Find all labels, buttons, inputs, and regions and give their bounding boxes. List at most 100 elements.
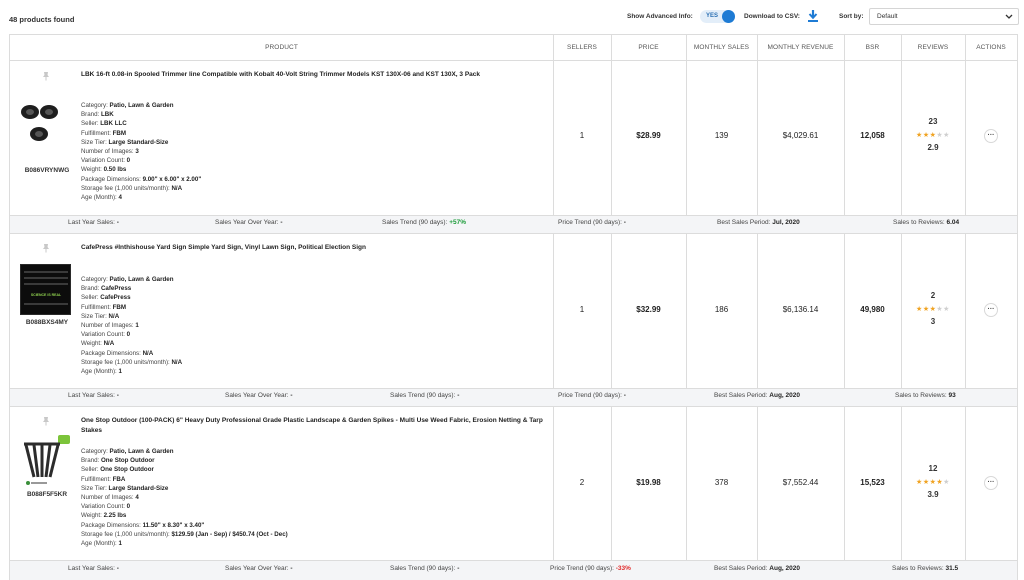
sign-text: SCIENCE IS REAL bbox=[30, 293, 62, 297]
summary-best-sales-period: Best Sales Period: Aug, 2020 bbox=[714, 392, 801, 399]
product-details: Category: Patio, Lawn & Garden Brand: LBK… bbox=[81, 101, 201, 202]
column-header-price[interactable]: PRICE bbox=[611, 44, 686, 51]
star-icon: ★ bbox=[943, 479, 950, 486]
column-header-reviews[interactable]: REVIEWS bbox=[901, 44, 965, 51]
product-details: Category: Patio, Lawn & Garden Brand: Caf… bbox=[81, 275, 182, 376]
sort-by-select[interactable]: Default bbox=[869, 8, 1019, 25]
reviews-count: 2 bbox=[930, 291, 936, 300]
summary-sales-to-reviews: Sales to Reviews: 6.04 bbox=[893, 219, 960, 226]
product-detail-line: Weight: 2.25 lbs bbox=[81, 511, 288, 520]
advanced-info-toggle-text: YES bbox=[706, 13, 719, 19]
download-csv-label: Download to CSV: bbox=[744, 13, 800, 20]
sign-line bbox=[24, 303, 68, 305]
detail-value: N/A bbox=[142, 349, 154, 357]
sign-line bbox=[24, 283, 68, 285]
col-divider bbox=[965, 233, 966, 388]
product-asin[interactable]: B088F5F5KR bbox=[17, 491, 77, 498]
detail-value: Patio, Lawn & Garden bbox=[109, 276, 174, 283]
product-detail-line: Category: Patio, Lawn & Garden bbox=[81, 275, 182, 284]
product-thumbnail[interactable]: SCIENCE IS REAL bbox=[20, 264, 71, 315]
col-divider bbox=[844, 35, 845, 215]
summary-sales-yoy: Sales Year Over Year: - bbox=[225, 565, 293, 572]
chevron-down-icon bbox=[1005, 14, 1013, 19]
advanced-info-label: Show Advanced Info: bbox=[627, 13, 693, 20]
detail-label: Category: bbox=[81, 448, 110, 455]
row-divider bbox=[10, 560, 1017, 561]
detail-label: Variation Count: bbox=[81, 157, 127, 165]
summary-sales-yoy: Sales Year Over Year: - bbox=[215, 219, 283, 226]
price-value: $28.99 bbox=[636, 131, 661, 140]
product-thumbnail[interactable] bbox=[19, 101, 65, 153]
column-header-sellers[interactable]: SELLERS bbox=[553, 44, 611, 51]
sign-line bbox=[24, 271, 68, 273]
rating-stars: ★★★★★ bbox=[902, 478, 964, 486]
sort-by-label: Sort by: bbox=[839, 13, 864, 20]
col-divider bbox=[965, 406, 966, 560]
product-detail-line: Seller: CafePress bbox=[81, 293, 182, 302]
column-header-monthly-revenue[interactable]: MONTHLY REVENUE bbox=[757, 44, 844, 51]
detail-value: 9.00" x 6.00" x 2.00" bbox=[142, 175, 202, 183]
detail-label: Age (Month): bbox=[81, 194, 119, 202]
products-table: PRODUCT SELLERS PRICE MONTHLY SALES MONT… bbox=[9, 34, 1018, 580]
column-header-bsr[interactable]: BSR bbox=[844, 44, 901, 51]
detail-value: 3 bbox=[135, 148, 139, 156]
detail-value: $129.59 (Jan - Sep) / $450.74 (Oct - Dec… bbox=[171, 530, 288, 538]
detail-value: 0 bbox=[126, 331, 131, 339]
product-detail-line: Seller: One Stop Outdoor bbox=[81, 465, 288, 474]
bsr-value: 49,980 bbox=[860, 305, 885, 314]
product-asin[interactable]: B086VRYNWG bbox=[17, 167, 77, 174]
product-asin[interactable]: B088BXS4MY bbox=[17, 319, 77, 326]
rating-stars: ★★★★★ bbox=[902, 305, 964, 313]
download-icon[interactable] bbox=[807, 9, 819, 23]
pin-icon[interactable] bbox=[41, 71, 51, 81]
sign-line bbox=[24, 277, 68, 279]
detail-label: Seller: bbox=[81, 466, 101, 474]
column-header-actions: ACTIONS bbox=[976, 44, 1006, 51]
detail-label: Storage fee (1,000 units/month): bbox=[81, 184, 172, 192]
detail-value: FBM bbox=[112, 303, 127, 311]
star-icon: ★ bbox=[916, 306, 923, 313]
product-title[interactable]: CafePress #Inthishouse Yard Sign Simple … bbox=[81, 243, 551, 253]
monthly-revenue-value: $6,136.14 bbox=[782, 305, 819, 314]
star-icon: ★ bbox=[943, 306, 950, 313]
detail-value: N/A bbox=[108, 312, 120, 320]
column-header-monthly-sales[interactable]: MONTHLY SALES bbox=[686, 44, 757, 51]
product-detail-line: Number of Images: 4 bbox=[81, 493, 288, 502]
more-actions-button[interactable]: ··· bbox=[984, 476, 998, 490]
product-detail-line: Fulfillment: FBM bbox=[81, 129, 201, 138]
row-divider bbox=[10, 60, 1017, 61]
col-divider bbox=[611, 35, 612, 215]
detail-value: Large Standard-Size bbox=[108, 138, 169, 146]
product-detail-line: Size Tier: Large Standard-Size bbox=[81, 138, 201, 147]
detail-label: Brand: bbox=[81, 111, 101, 119]
summary-row-bg bbox=[10, 215, 1017, 233]
product-detail-line: Storage fee (1,000 units/month): N/A bbox=[81, 184, 201, 193]
more-actions-button[interactable]: ··· bbox=[984, 303, 998, 317]
detail-label: Storage fee (1,000 units/month): bbox=[81, 358, 172, 366]
product-title[interactable]: One Stop Outdoor (100-PACK) 6" Heavy Dut… bbox=[81, 416, 551, 435]
reviews-count: 12 bbox=[928, 464, 938, 473]
column-header-product[interactable]: PRODUCT bbox=[10, 44, 553, 51]
product-detail-line: Variation Count: 0 bbox=[81, 502, 288, 511]
detail-value: Patio, Lawn & Garden bbox=[109, 102, 174, 109]
detail-value: N/A bbox=[171, 358, 183, 366]
star-icon: ★ bbox=[922, 306, 930, 313]
toolbar: 48 products found Show Advanced Info: YE… bbox=[0, 0, 1024, 34]
detail-value: One Stop Outdoor bbox=[100, 466, 154, 474]
detail-value: FBA bbox=[112, 475, 126, 483]
product-detail-line: Brand: One Stop Outdoor bbox=[81, 456, 288, 465]
product-title[interactable]: LBK 16-ft 0.08-in Spooled Trimmer line C… bbox=[81, 70, 551, 80]
detail-value: Large Standard-Size bbox=[108, 484, 169, 492]
product-detail-line: Storage fee (1,000 units/month): $129.59… bbox=[81, 530, 288, 539]
summary-sales-trend: Sales Trend (90 days): - bbox=[390, 392, 460, 399]
star-icon: ★ bbox=[916, 479, 923, 486]
detail-label: Variation Count: bbox=[81, 503, 127, 511]
detail-label: Size Tier: bbox=[81, 312, 109, 320]
advanced-info-toggle[interactable]: YES bbox=[700, 10, 735, 23]
more-actions-button[interactable]: ··· bbox=[984, 129, 998, 143]
pin-icon[interactable] bbox=[41, 243, 51, 253]
product-thumbnail[interactable] bbox=[20, 435, 72, 487]
detail-value: N/A bbox=[103, 340, 115, 348]
product-detail-line: Age (Month): 1 bbox=[81, 539, 288, 548]
pin-icon[interactable] bbox=[41, 416, 51, 426]
